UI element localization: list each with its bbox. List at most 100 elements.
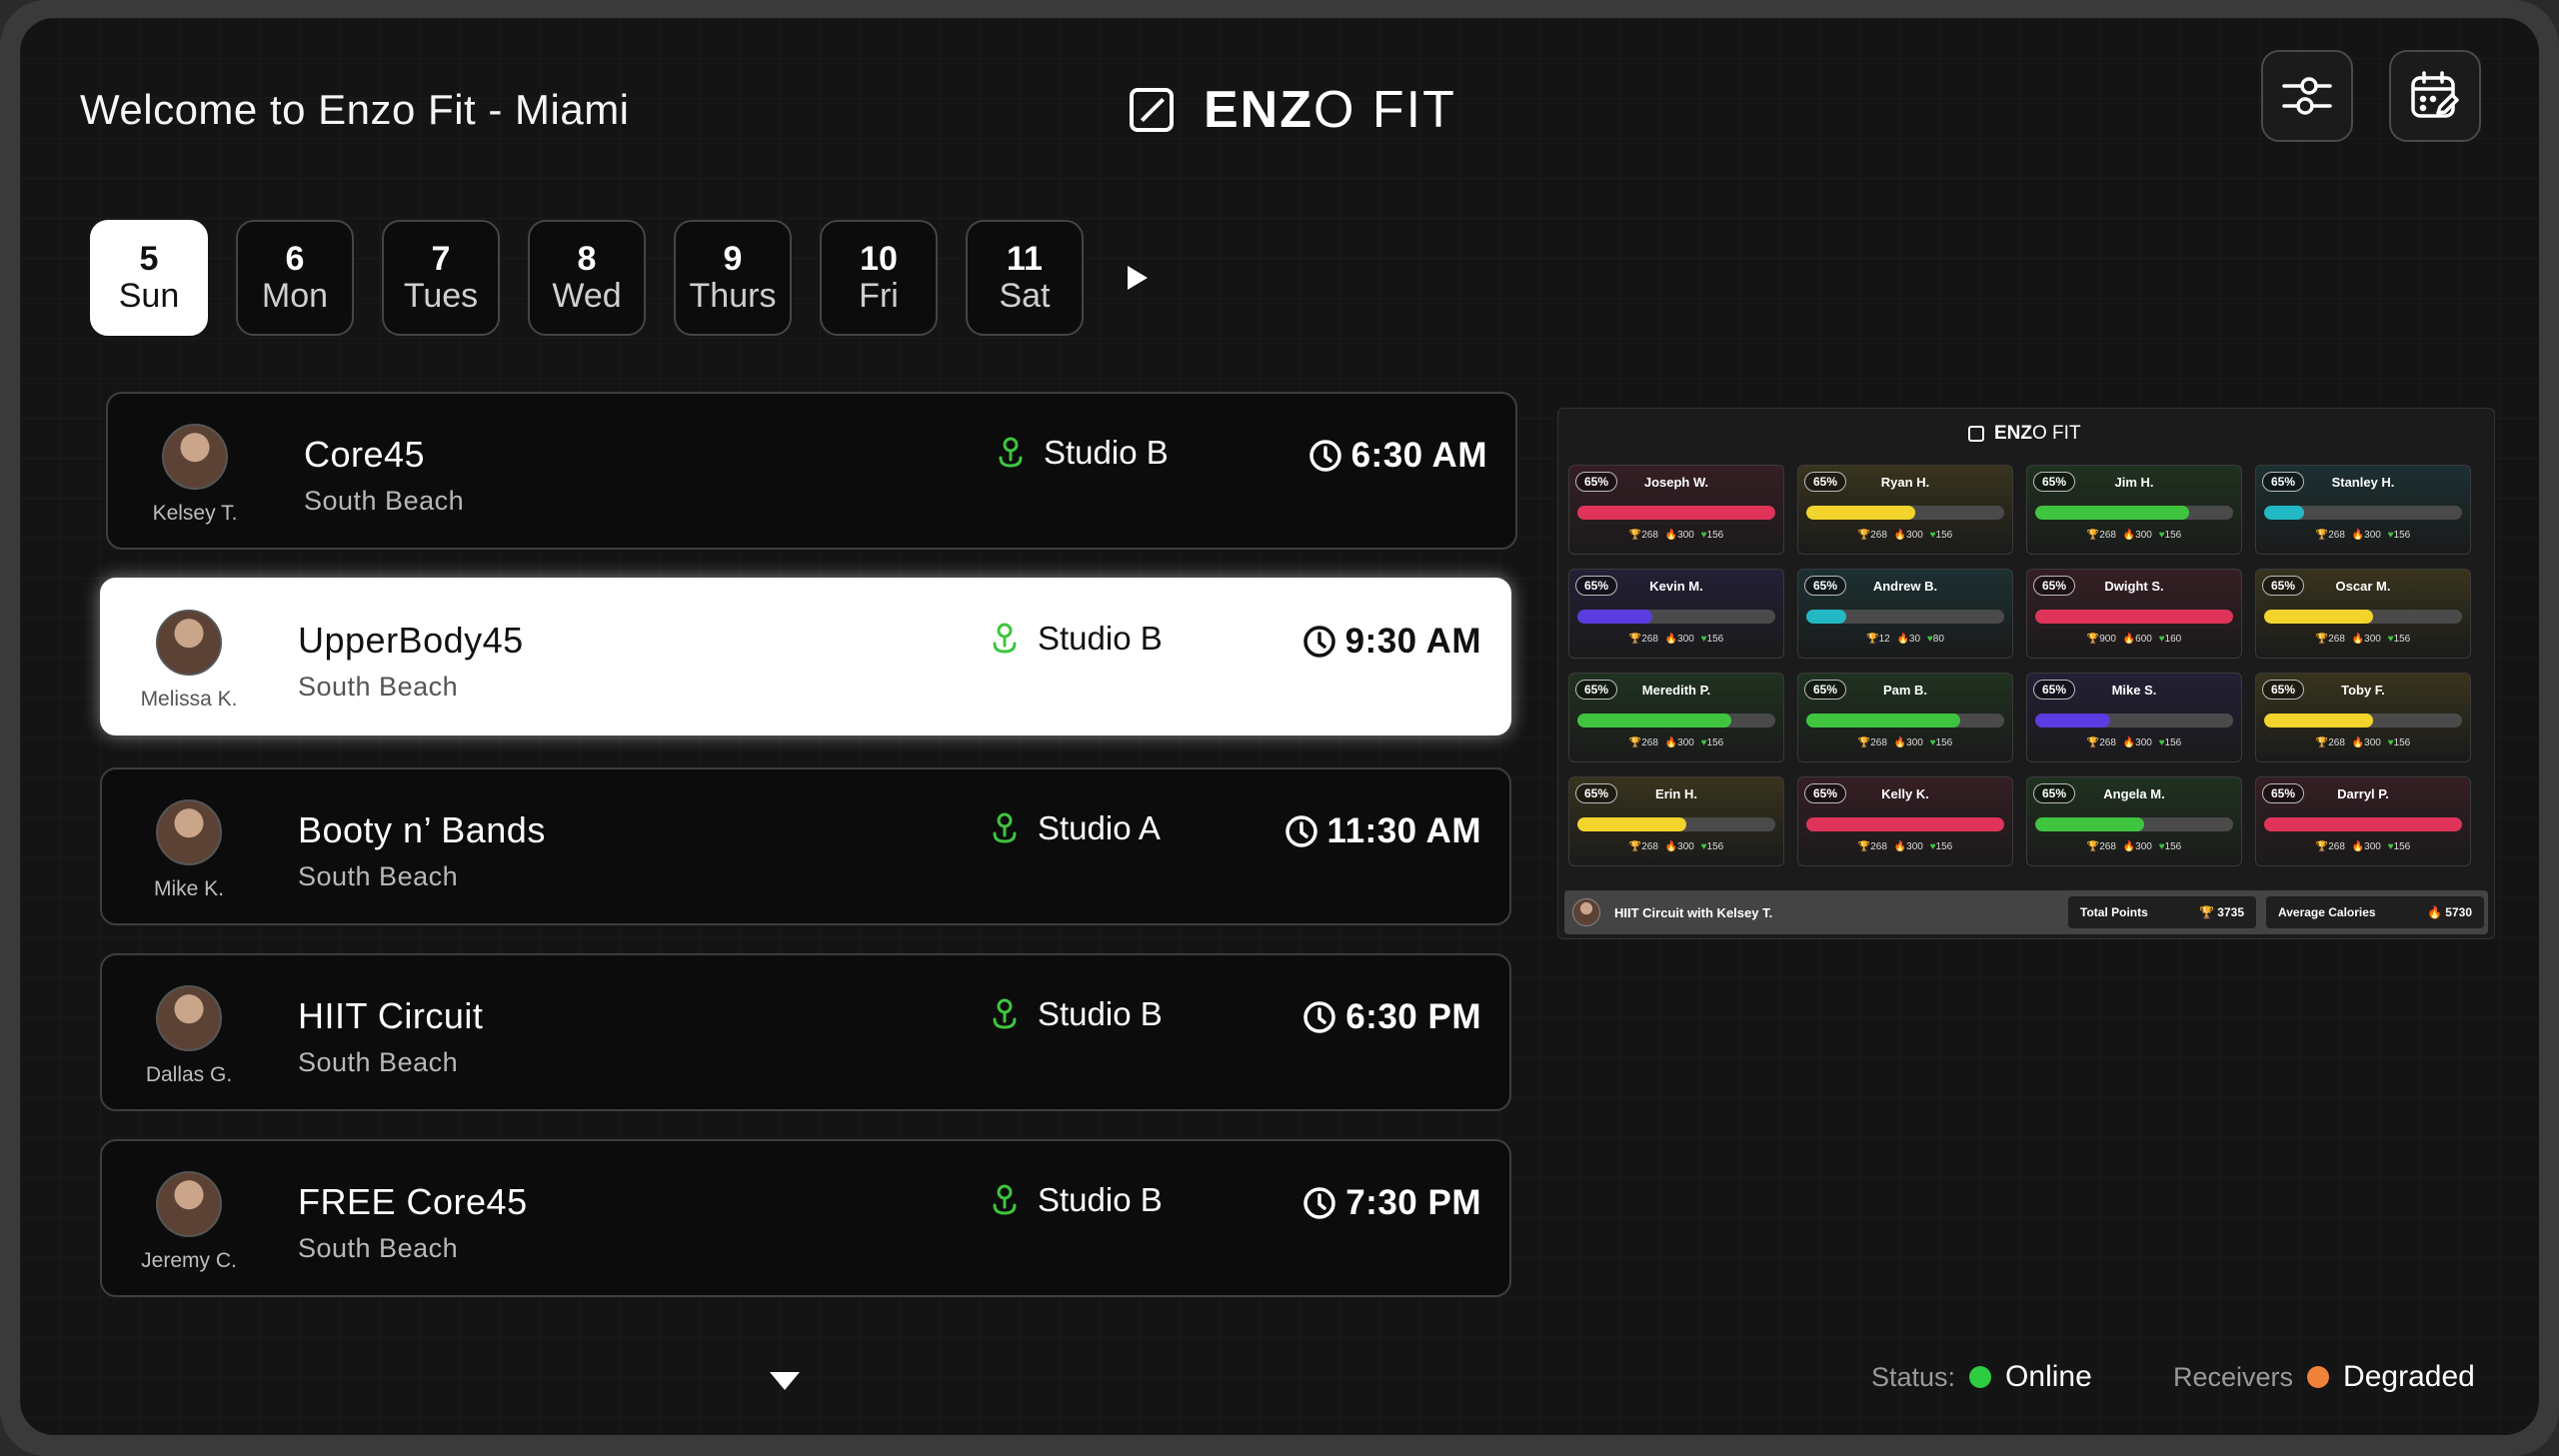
schedule-edit-button[interactable] — [2389, 50, 2481, 142]
flame-icon: 🔥 — [2351, 841, 2365, 852]
preview-logo: ENZO FIT — [1968, 423, 2081, 445]
participant-grid: 65% Joseph W. 🏆268 🔥300 ♥156 65% Ryan H.… — [1568, 465, 2471, 866]
participant-name: Kevin M. — [1649, 579, 1703, 594]
day-tab-sun[interactable]: 5 Sun — [90, 220, 208, 336]
day-tab-thurs[interactable]: 9 Thurs — [674, 220, 792, 336]
participant-name: Andrew B. — [1872, 579, 1938, 594]
day-tab-mon[interactable]: 6 Mon — [236, 220, 354, 336]
day-name: Wed — [552, 277, 622, 315]
effort-bar — [1577, 817, 1775, 831]
effort-bar — [2035, 610, 2233, 624]
class-time: 6:30 AM — [1307, 436, 1487, 476]
participant-name: Stanley H. — [2331, 475, 2395, 490]
participant-stats: 🏆900 🔥600 ♥160 — [2086, 634, 2182, 645]
trophy-icon: 🏆 — [1857, 841, 1871, 852]
participant-stats: 🏆268 🔥300 ♥156 — [2086, 841, 2182, 852]
effort-bar — [2264, 714, 2462, 728]
flame-icon: 🔥 — [2351, 634, 2365, 645]
effort-bar — [2264, 817, 2462, 831]
day-tab-fri[interactable]: 10 Fri — [820, 220, 938, 336]
class-card[interactable]: Jeremy C. FREE Core45 South Beach Studio… — [100, 1139, 1511, 1297]
flame-icon: 🔥 — [1893, 530, 1907, 541]
scoreboard-preview[interactable]: ENZO FIT 65% Joseph W. 🏆268 🔥300 ♥156 65… — [1557, 408, 2495, 939]
day-tab-wed[interactable]: 8 Wed — [528, 220, 646, 336]
participant-card: 65% Dwight S. 🏆900 🔥600 ♥160 — [2026, 569, 2242, 659]
day-number: 7 — [431, 239, 451, 278]
day-selector: 5 Sun 6 Mon 7 Tues 8 Wed 9 Thurs 10 Fri 11 Sat — [90, 220, 1152, 336]
day-name: Tues — [403, 277, 479, 315]
trophy-icon: 🏆 — [2086, 841, 2100, 852]
participant-name: Jim H. — [2114, 475, 2154, 490]
class-card[interactable]: Kelsey T. Core45 South Beach Studio B 6:… — [106, 392, 1517, 550]
class-time: 6:30 PM — [1301, 997, 1481, 1037]
logo-mark-icon — [1130, 88, 1174, 132]
instructor-name: Jeremy C. — [141, 1249, 237, 1272]
day-number: 9 — [723, 239, 743, 278]
avatar — [156, 610, 222, 676]
class-card[interactable]: Mike K. Booty n’ Bands South Beach Studi… — [100, 767, 1511, 925]
effort-bar — [2264, 610, 2462, 624]
flame-icon: 🔥 — [1664, 634, 1678, 645]
clock-icon — [1284, 815, 1317, 847]
trophy-icon: 🏆 — [2199, 905, 2214, 919]
receivers-indicator: Receivers Degraded — [2173, 1360, 2475, 1394]
instructor-name: Dallas G. — [145, 1063, 233, 1086]
effort-bar — [1577, 714, 1775, 728]
effort-bar — [1806, 610, 2004, 624]
receivers-label: Receivers — [2173, 1361, 2294, 1392]
day-name: Thurs — [689, 277, 777, 315]
device-frame: Welcome to Enzo Fit - Miami ENZO FIT 5 S… — [0, 0, 2559, 1456]
day-number: 8 — [577, 239, 597, 278]
flame-icon: 🔥 — [2351, 530, 2365, 541]
class-name: UpperBody45 — [298, 620, 524, 661]
page-title: Welcome to Enzo Fit - Miami — [80, 86, 630, 133]
logo-mark-icon — [1968, 426, 1984, 442]
flame-icon: 🔥 — [1896, 634, 1909, 645]
effort-bar — [2035, 506, 2233, 520]
effort-bar — [1806, 714, 2004, 728]
effort-bar — [2264, 506, 2462, 520]
receivers-value: Degraded — [2343, 1360, 2475, 1393]
class-name: Booty n’ Bands — [298, 809, 546, 850]
class-location: South Beach — [304, 486, 465, 516]
day-number: 11 — [1007, 239, 1043, 278]
status-indicator: Status: Online — [1871, 1360, 2092, 1394]
total-points-pill: Total Points 🏆 3735 — [2068, 896, 2256, 928]
trophy-icon: 🏆 — [2086, 737, 2100, 748]
preview-footer: HIIT Circuit with Kelsey T. Total Points… — [1564, 890, 2488, 934]
flame-icon: 🔥 — [2122, 841, 2136, 852]
flame-icon: 🔥 — [1664, 737, 1678, 748]
location-pin-icon — [999, 437, 1023, 468]
flame-icon: 🔥 — [2122, 530, 2136, 541]
location-pin-icon — [993, 623, 1017, 654]
class-time: 11:30 AM — [1283, 811, 1481, 851]
avatar — [156, 985, 222, 1051]
day-tab-sat[interactable]: 11 Sat — [966, 220, 1084, 336]
class-location: South Beach — [298, 1233, 459, 1263]
instructor-name: Melissa K. — [140, 688, 238, 711]
day-name: Sun — [118, 277, 180, 315]
participant-name: Joseph W. — [1643, 475, 1709, 490]
scroll-down-icon[interactable] — [768, 1369, 802, 1393]
day-tab-tues[interactable]: 7 Tues — [382, 220, 500, 336]
location-pin-icon — [993, 812, 1017, 843]
class-card[interactable]: Melissa K. UpperBody45 South Beach Studi… — [100, 578, 1511, 735]
flame-icon: 🔥 — [1893, 841, 1907, 852]
next-days-icon[interactable] — [1122, 263, 1152, 293]
enzo-fit-logo: ENZO FIT — [1130, 80, 1456, 140]
participant-card: 65% Andrew B. 🏆12 🔥30 ♥80 — [1797, 569, 2013, 659]
studio: Studio B — [996, 434, 1169, 472]
clock-icon — [1303, 1001, 1335, 1033]
participant-name: Meredith P. — [1641, 683, 1711, 698]
effort-bar — [1577, 506, 1775, 520]
class-card[interactable]: Dallas G. HIIT Circuit South Beach Studi… — [100, 953, 1511, 1111]
class-name: FREE Core45 — [298, 1181, 528, 1222]
participant-name: Mike S. — [2111, 683, 2157, 698]
avatar — [156, 799, 222, 865]
flame-icon: 🔥 — [1893, 737, 1907, 748]
settings-button[interactable] — [2261, 50, 2353, 142]
effort-bar — [2035, 817, 2233, 831]
location-pin-icon — [993, 998, 1017, 1029]
participant-stats: 🏆268 🔥300 ♥156 — [1628, 530, 1724, 541]
studio: Studio B — [990, 1181, 1163, 1219]
